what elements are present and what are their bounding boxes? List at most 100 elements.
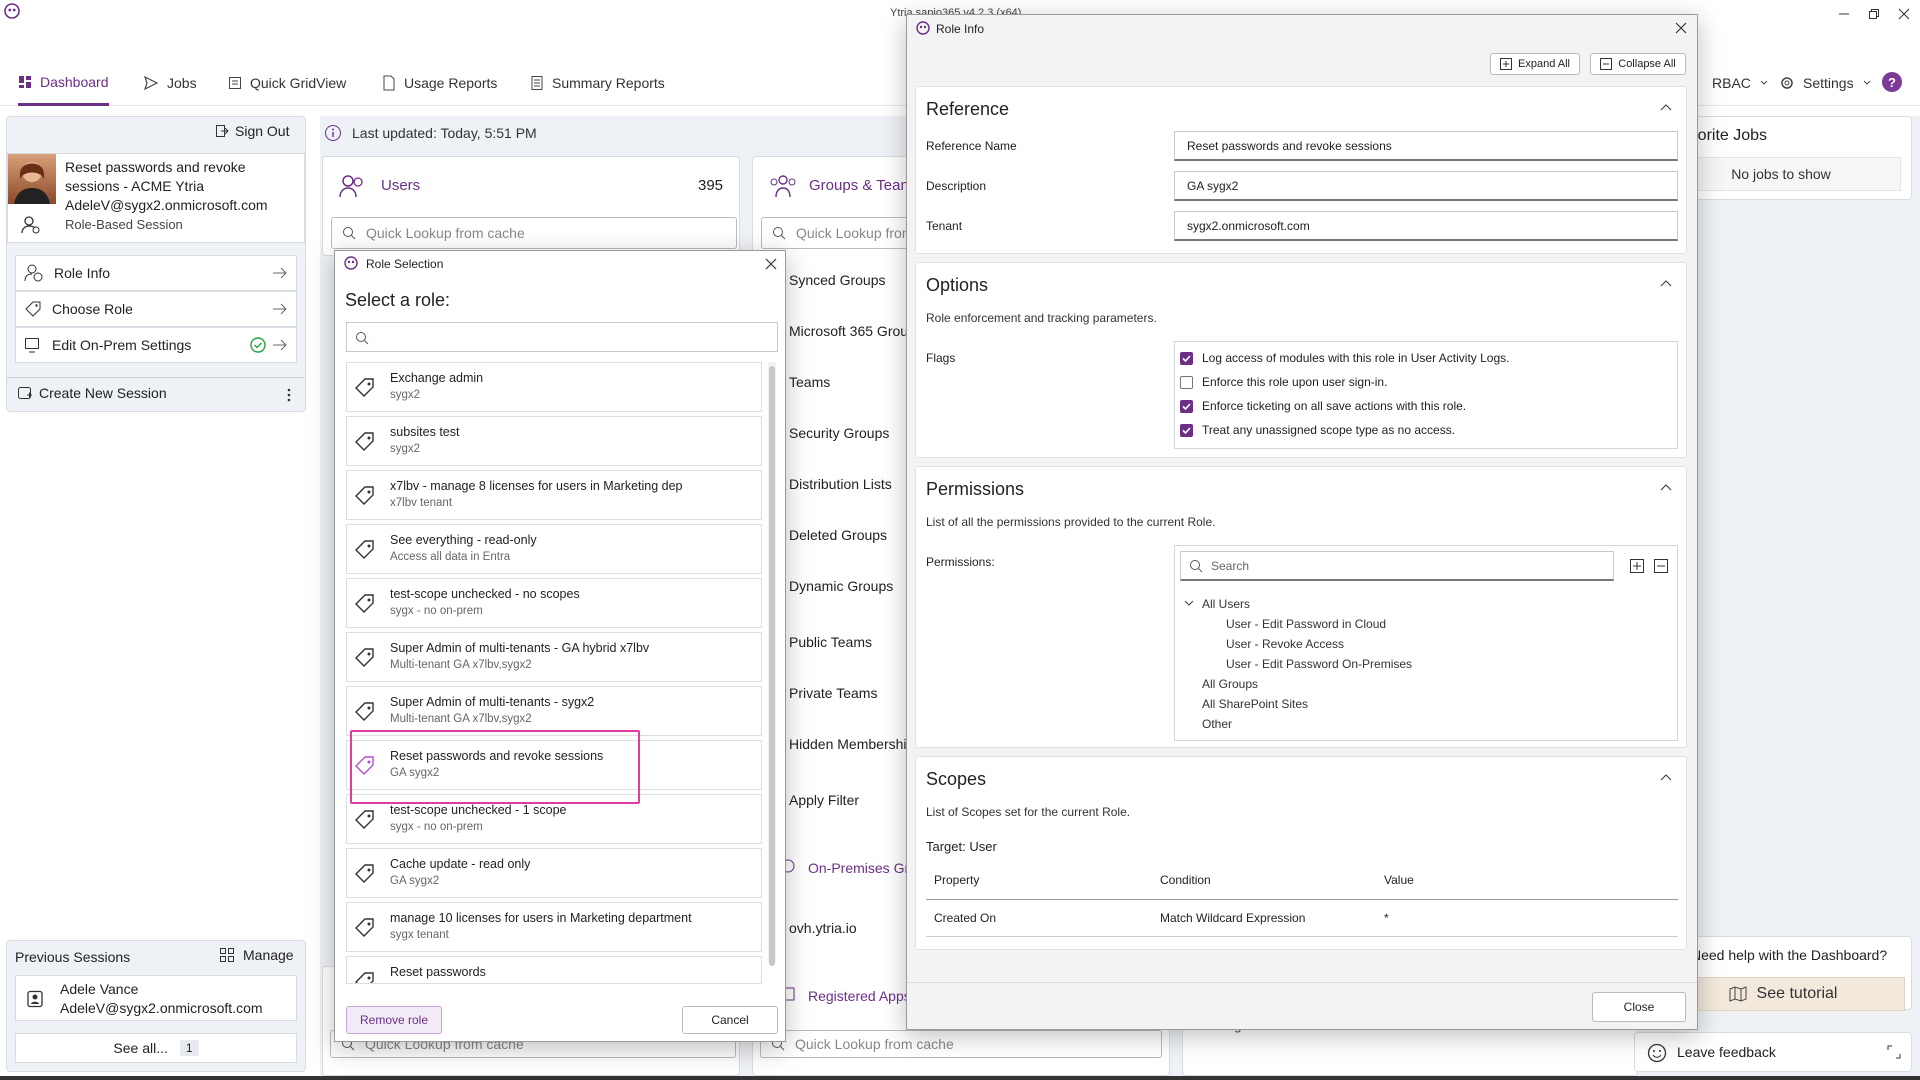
chevron-up-icon[interactable] bbox=[1660, 103, 1672, 111]
scopes-section: Scopes List of Scopes set for the curren… bbox=[915, 756, 1687, 950]
expand-tree-icon[interactable] bbox=[1630, 559, 1644, 573]
role-item[interactable]: Exchange admin sygx2 bbox=[346, 362, 762, 412]
manage-button[interactable]: Manage bbox=[219, 947, 294, 963]
cancel-button[interactable]: Cancel bbox=[682, 1006, 778, 1034]
role-search-input[interactable] bbox=[346, 322, 778, 352]
close-button[interactable]: Close bbox=[1592, 992, 1686, 1022]
create-session-button[interactable]: Create New Session bbox=[17, 385, 167, 401]
group-item[interactable]: Microsoft 365 Groups bbox=[789, 323, 923, 339]
tab-jobs[interactable]: Jobs bbox=[143, 60, 197, 106]
role-item[interactable]: Cache update - read only GA sygx2 bbox=[346, 848, 762, 898]
feedback-bar[interactable]: Leave feedback bbox=[1634, 1032, 1912, 1072]
expand-all-button[interactable]: Expand All bbox=[1490, 53, 1580, 75]
gear-icon bbox=[1779, 75, 1795, 91]
role-item[interactable]: See everything - read-only Access all dat… bbox=[346, 524, 762, 574]
role-list-scrollbar[interactable] bbox=[768, 362, 776, 966]
window-close-icon[interactable] bbox=[1898, 8, 1910, 20]
users-lookup-input[interactable]: Quick Lookup from cache bbox=[331, 217, 737, 249]
expand-corner-icon[interactable] bbox=[1887, 1045, 1901, 1059]
chevron-up-icon[interactable] bbox=[1660, 773, 1672, 781]
collapse-all-label: Collapse All bbox=[1618, 58, 1676, 70]
table-row[interactable]: Created On Match Wildcard Expression * bbox=[926, 899, 1678, 937]
role-item[interactable]: manage 10 licenses for users in Marketin… bbox=[346, 902, 762, 952]
sign-out-button[interactable]: Sign Out bbox=[215, 123, 289, 139]
role-item[interactable]: test-scope unchecked - no scopes sygx - n… bbox=[346, 578, 762, 628]
role-item-subtitle: sygx - no on-prem bbox=[390, 605, 483, 617]
role-item[interactable]: x7lbv - manage 8 licenses for users in M… bbox=[346, 470, 762, 520]
flag-checkbox[interactable]: Treat any unassigned scope type as no ac… bbox=[1180, 423, 1455, 437]
tree-collapse-chevron-icon[interactable] bbox=[1184, 599, 1194, 607]
settings-menu[interactable]: Settings bbox=[1779, 60, 1872, 106]
users-count: 395 bbox=[698, 177, 724, 194]
collapse-tree-icon[interactable] bbox=[1654, 559, 1668, 573]
group-item[interactable]: Hidden Membership bbox=[789, 736, 914, 752]
scrollbar-thumb[interactable] bbox=[769, 366, 775, 966]
help-icon[interactable]: ? bbox=[1882, 72, 1902, 92]
expand-all-label: Expand All bbox=[1518, 58, 1570, 70]
tab-label: Jobs bbox=[167, 75, 197, 91]
remove-role-button[interactable]: Remove role bbox=[346, 1006, 442, 1034]
tenant-field[interactable]: sygx2.onmicrosoft.com bbox=[1174, 211, 1678, 241]
groups-bottom-lookup-input[interactable]: Quick Lookup from cache bbox=[760, 1030, 1162, 1058]
role-item[interactable]: subsites test sygx2 bbox=[346, 416, 762, 466]
choose-role-menu-item[interactable]: Choose Role bbox=[15, 291, 297, 327]
group-item[interactable]: Private Teams bbox=[789, 685, 877, 701]
previous-session-name: Adele Vance bbox=[60, 981, 139, 997]
onprem-domain[interactable]: ovh.ytria.io bbox=[789, 920, 857, 936]
more-vertical-icon[interactable] bbox=[287, 387, 291, 403]
tab-summary-reports[interactable]: Summary Reports bbox=[530, 60, 665, 106]
minimize-icon[interactable] bbox=[1838, 8, 1850, 20]
description-field[interactable]: GA sygx2 bbox=[1174, 171, 1678, 201]
flag-label: Log access of modules with this role in … bbox=[1202, 351, 1510, 365]
restore-icon[interactable] bbox=[1868, 8, 1880, 20]
chevron-up-icon[interactable] bbox=[1660, 483, 1672, 491]
flag-label: Treat any unassigned scope type as no ac… bbox=[1202, 423, 1456, 437]
tree-node[interactable]: All Users bbox=[1202, 597, 1250, 611]
options-title: Options bbox=[926, 275, 989, 295]
group-item[interactable]: Synced Groups bbox=[789, 272, 886, 288]
permissions-search-input[interactable]: Search bbox=[1180, 551, 1614, 581]
group-item[interactable]: Distribution Lists bbox=[789, 476, 892, 492]
tree-node[interactable]: Other bbox=[1202, 717, 1232, 731]
scopes-title: Scopes bbox=[926, 769, 987, 789]
group-item[interactable]: Dynamic Groups bbox=[789, 578, 893, 594]
tab-usage-reports[interactable]: Usage Reports bbox=[382, 60, 497, 106]
role-info-menu-item[interactable]: Role Info bbox=[15, 255, 297, 291]
flag-checkbox[interactable]: Enforce this role upon user sign-in. bbox=[1180, 375, 1387, 389]
role-item-title: See everything - read-only bbox=[390, 533, 537, 547]
close-icon[interactable] bbox=[765, 258, 777, 270]
tab-dashboard[interactable]: Dashboard bbox=[18, 60, 109, 106]
collapse-all-button[interactable]: Collapse All bbox=[1590, 53, 1686, 75]
flag-checkbox[interactable]: Enforce ticketing on all save actions wi… bbox=[1180, 399, 1466, 413]
tree-node[interactable]: User - Edit Password On-Premises bbox=[1226, 657, 1412, 671]
see-all-button[interactable]: See all... 1 bbox=[15, 1033, 297, 1063]
chevron-up-icon[interactable] bbox=[1660, 279, 1672, 287]
rbac-menu[interactable]: RBAC bbox=[1712, 60, 1769, 106]
group-item[interactable]: Security Groups bbox=[789, 425, 889, 441]
role-item[interactable]: Super Admin of multi-tenants - GA hybrid… bbox=[346, 632, 762, 682]
group-item[interactable]: Deleted Groups bbox=[789, 527, 887, 543]
edit-onprem-menu-item[interactable]: Edit On-Prem Settings bbox=[15, 327, 297, 363]
tree-node[interactable]: All Groups bbox=[1202, 677, 1258, 691]
smiley-icon bbox=[1647, 1043, 1667, 1063]
previous-session-item[interactable]: Adele Vance AdeleV@sygx2.onmicrosoft.com bbox=[15, 975, 297, 1021]
column-header: Condition bbox=[1160, 873, 1211, 887]
role-item[interactable]: Reset passwords GA hybrid x7lbv bbox=[346, 956, 762, 984]
group-item[interactable]: Teams bbox=[789, 374, 830, 390]
tree-node[interactable]: User - Revoke Access bbox=[1226, 637, 1344, 651]
close-icon[interactable] bbox=[1675, 22, 1687, 34]
reference-name-field[interactable]: Reset passwords and revoke sessions bbox=[1174, 131, 1678, 161]
group-item[interactable]: Apply Filter bbox=[789, 792, 859, 808]
last-updated: Last updated: Today, 5:51 PM bbox=[324, 124, 537, 142]
tree-node[interactable]: All SharePoint Sites bbox=[1202, 697, 1308, 711]
tree-node[interactable]: User - Edit Password in Cloud bbox=[1226, 617, 1386, 631]
flag-checkbox[interactable]: Log access of modules with this role in … bbox=[1180, 351, 1509, 365]
group-item[interactable]: Public Teams bbox=[789, 634, 872, 650]
check-circle-icon bbox=[250, 337, 266, 353]
role-info-icon bbox=[24, 263, 44, 283]
scopes-table: Property Condition Value Created On Matc… bbox=[926, 865, 1678, 941]
role-selection-title: Role Selection bbox=[366, 257, 444, 271]
permissions-title: Permissions bbox=[926, 479, 1025, 499]
tab-quick-gridview[interactable]: Quick GridView bbox=[228, 60, 346, 106]
role-item[interactable]: Super Admin of multi-tenants - sygx2 Mult… bbox=[346, 686, 762, 736]
